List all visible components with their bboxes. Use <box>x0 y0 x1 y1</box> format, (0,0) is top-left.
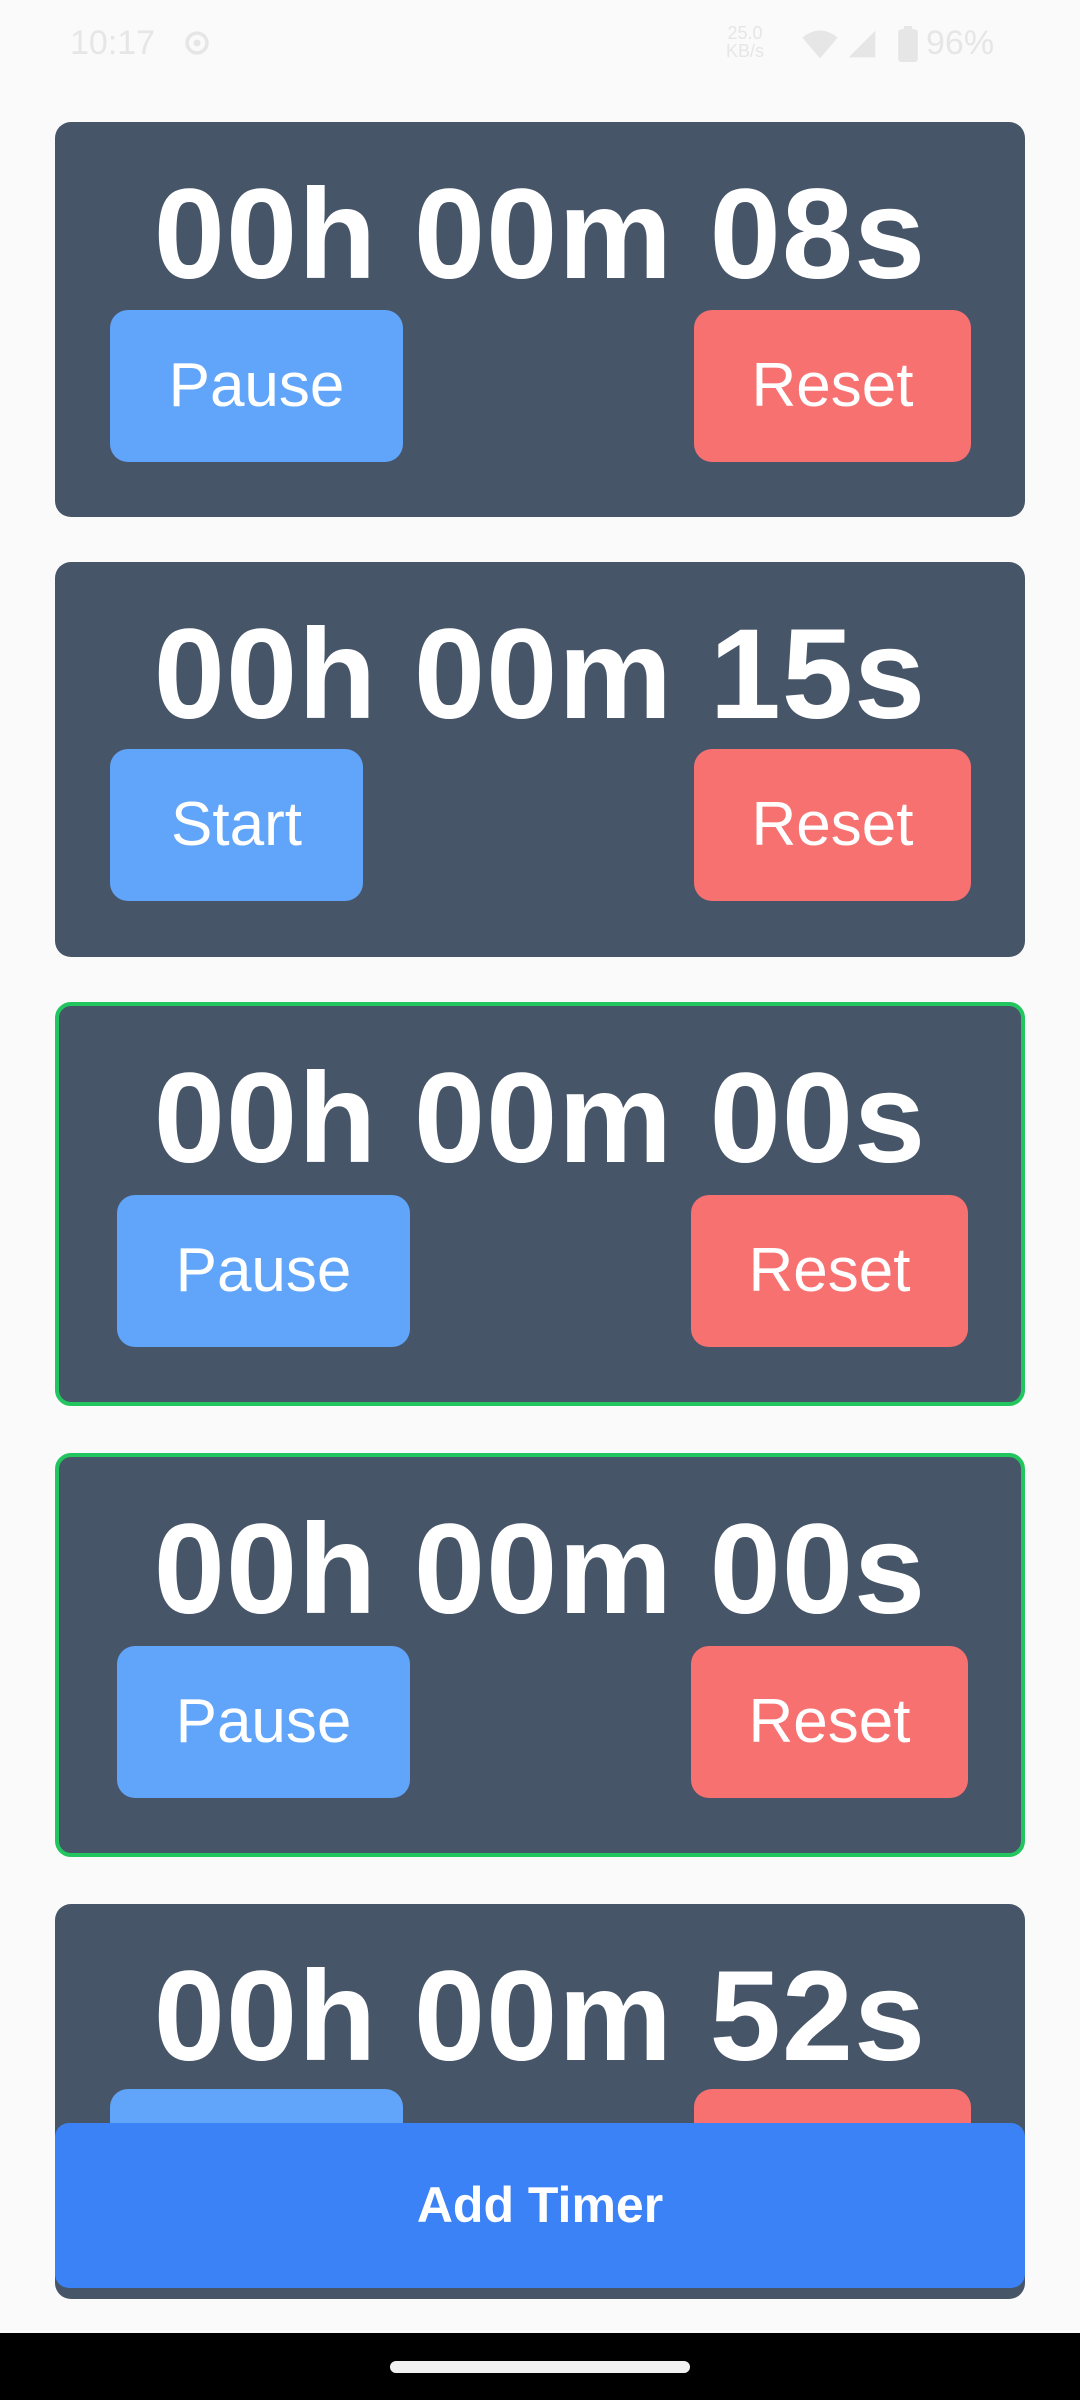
start-button[interactable]: Start <box>110 749 363 901</box>
timer-display: 00h 00m 00s <box>153 1047 927 1190</box>
pause-button[interactable]: Pause <box>110 310 403 462</box>
pause-button[interactable]: Pause <box>117 1646 410 1798</box>
timer-card: 00h 00m 08s Pause Reset <box>55 122 1025 517</box>
timer-display: 00h 00m 52s <box>153 1945 927 2088</box>
reset-button[interactable]: Reset <box>691 1195 968 1347</box>
reset-button[interactable]: Reset <box>694 749 971 901</box>
timer-card-active: 00h 00m 00s Pause Reset <box>55 1453 1025 1857</box>
timer-card: 00h 00m 15s Start Reset <box>55 562 1025 957</box>
add-timer-button[interactable]: Add Timer <box>55 2123 1025 2288</box>
timer-display: 00h 00m 15s <box>153 603 927 746</box>
timer-list[interactable]: 00h 00m 08s Pause Reset 00h 00m 15s Star… <box>0 0 1080 2400</box>
reset-button[interactable]: Reset <box>694 310 971 462</box>
pause-button[interactable]: Pause <box>117 1195 410 1347</box>
home-indicator[interactable] <box>390 2361 690 2373</box>
timer-display: 00h 00m 08s <box>153 163 927 306</box>
reset-button[interactable]: Reset <box>691 1646 968 1798</box>
timer-display: 00h 00m 00s <box>153 1498 927 1641</box>
timer-card-active: 00h 00m 00s Pause Reset <box>55 1002 1025 1406</box>
